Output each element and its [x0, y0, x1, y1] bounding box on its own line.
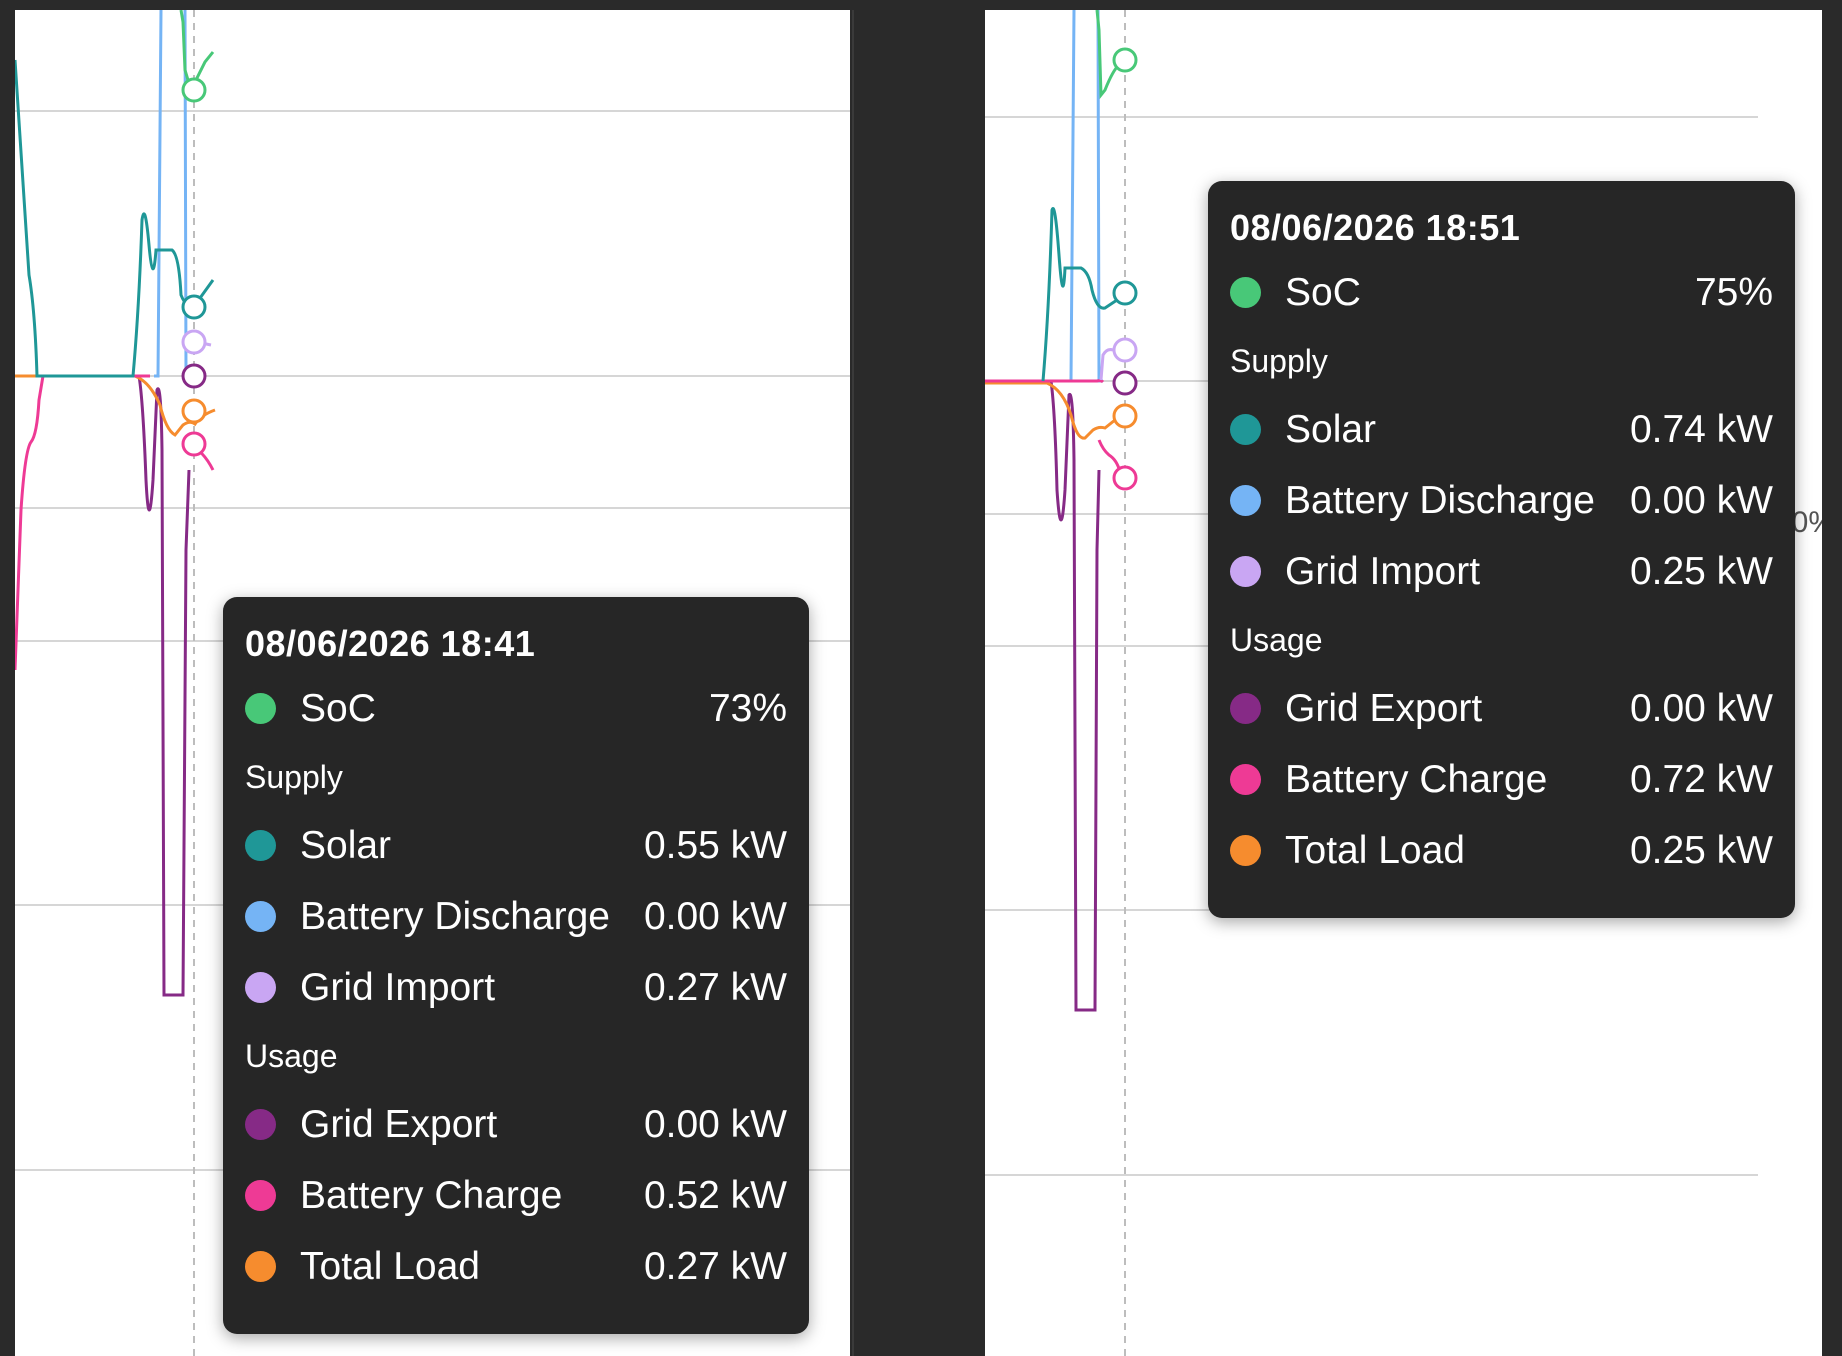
tooltip-value: 0.72 kW: [1629, 757, 1773, 801]
solar-marker: [1112, 280, 1138, 306]
tooltip-section-usage: Usage: [245, 1038, 338, 1074]
grid-export-marker: [1112, 370, 1138, 396]
tooltip-row-battery-discharge: Battery Discharge 0.00 kW: [245, 881, 787, 952]
soc-marker: [181, 77, 207, 103]
grid-export-legend-dot: [245, 1109, 276, 1140]
grid-import-legend-dot: [1230, 556, 1261, 587]
tooltip-value: 0.00 kW: [643, 894, 787, 938]
tooltip-label: Total Load: [300, 1244, 480, 1288]
battery-discharge-legend-dot: [245, 901, 276, 932]
tooltip-row-grid-export: Grid Export 0.00 kW: [245, 1089, 787, 1160]
tooltip-label: Battery Discharge: [1285, 478, 1595, 522]
series-line-solar: [15, 59, 215, 378]
tooltip-label: Battery Charge: [1285, 757, 1548, 801]
grid-export-marker: [181, 363, 207, 389]
tooltip-label: Grid Import: [300, 965, 496, 1009]
tooltip-value: 73%: [708, 686, 787, 730]
soc-legend-dot: [245, 693, 276, 724]
soc-marker: [1112, 47, 1138, 73]
tooltip-label: Grid Import: [1285, 549, 1481, 593]
total-load-legend-dot: [1230, 835, 1261, 866]
chart-tooltip-left: 08/06/2026 18:41 SoC 73% Supply Solar 0.…: [223, 597, 809, 1334]
soc-legend-dot: [1230, 277, 1261, 308]
tooltip-section-supply: Supply: [1230, 343, 1328, 379]
tooltip-value: 0.52 kW: [643, 1173, 787, 1217]
grid-import-marker: [1112, 337, 1138, 363]
tooltip-row-solar: Solar 0.55 kW: [245, 810, 787, 881]
tooltip-row-battery-charge: Battery Charge 0.52 kW: [245, 1160, 787, 1231]
tooltip-row-battery-charge: Battery Charge 0.72 kW: [1230, 744, 1773, 815]
tooltip-timestamp: 08/06/2026 18:51: [1230, 207, 1521, 248]
tooltip-row-grid-import: Grid Import 0.27 kW: [245, 952, 787, 1023]
tooltip-row-grid-export: Grid Export 0.00 kW: [1230, 673, 1773, 744]
tooltip-row-grid-import: Grid Import 0.25 kW: [1230, 536, 1773, 607]
grid-import-legend-dot: [245, 972, 276, 1003]
battery-charge-marker: [181, 431, 207, 457]
tooltip-label: SoC: [1285, 270, 1361, 314]
window-top-bar: [0, 0, 1842, 10]
solar-legend-dot: [1230, 414, 1261, 445]
tooltip-value: 0.27 kW: [643, 1244, 787, 1288]
tooltip-value: 75%: [1694, 270, 1773, 314]
tooltip-section-usage: Usage: [1230, 622, 1323, 658]
grid-export-legend-dot: [1230, 693, 1261, 724]
tooltip-row-solar: Solar 0.74 kW: [1230, 394, 1773, 465]
tooltip-value: 0.55 kW: [643, 823, 787, 867]
total-load-marker: [181, 398, 207, 424]
tooltip-section-supply: Supply: [245, 759, 343, 795]
solar-legend-dot: [245, 830, 276, 861]
tooltip-row-soc: SoC 75%: [1230, 257, 1773, 328]
tooltip-value: 0.25 kW: [1629, 549, 1773, 593]
tooltip-value: 0.27 kW: [643, 965, 787, 1009]
solar-marker: [181, 294, 207, 320]
tooltip-row-battery-discharge: Battery Discharge 0.00 kW: [1230, 465, 1773, 536]
panel-edge: [852, 10, 854, 1356]
series-line-grid-export: [1043, 379, 1101, 1012]
series-line-grid-export: [131, 374, 191, 997]
total-load-legend-dot: [245, 1251, 276, 1282]
tooltip-row-soc: SoC 73%: [245, 673, 787, 744]
tooltip-label: Battery Charge: [300, 1173, 563, 1217]
tooltip-timestamp: 08/06/2026 18:41: [245, 623, 536, 664]
tooltip-value: 0.25 kW: [1629, 828, 1773, 872]
tooltip-label: Solar: [1285, 407, 1377, 451]
tooltip-label: Grid Export: [1285, 686, 1483, 730]
series-line-battery-discharge: [1068, 10, 1103, 383]
grid-import-marker: [181, 329, 207, 355]
panel-divider: [850, 10, 985, 1356]
tooltip-label: SoC: [300, 686, 376, 730]
chart-tooltip-right: 08/06/2026 18:51 SoC 75% Supply Solar 0.…: [1208, 181, 1795, 918]
tooltip-value: 0.00 kW: [643, 1102, 787, 1146]
tooltip-value: 0.00 kW: [1629, 478, 1773, 522]
battery-charge-legend-dot: [1230, 764, 1261, 795]
tooltip-label: Battery Discharge: [300, 894, 610, 938]
battery-discharge-legend-dot: [1230, 485, 1261, 516]
series-line-battery-charge: [15, 374, 215, 671]
battery-charge-legend-dot: [245, 1180, 276, 1211]
tooltip-label: Solar: [300, 823, 392, 867]
tooltip-label: Grid Export: [300, 1102, 498, 1146]
total-load-marker: [1112, 403, 1138, 429]
tooltip-row-total-load: Total Load 0.25 kW: [1230, 815, 1773, 886]
tooltip-value: 0.74 kW: [1629, 407, 1773, 451]
tooltip-label: Total Load: [1285, 828, 1465, 872]
tooltip-value: 0.00 kW: [1629, 686, 1773, 730]
tooltip-row-total-load: Total Load 0.27 kW: [245, 1231, 787, 1302]
battery-charge-marker: [1112, 465, 1138, 491]
